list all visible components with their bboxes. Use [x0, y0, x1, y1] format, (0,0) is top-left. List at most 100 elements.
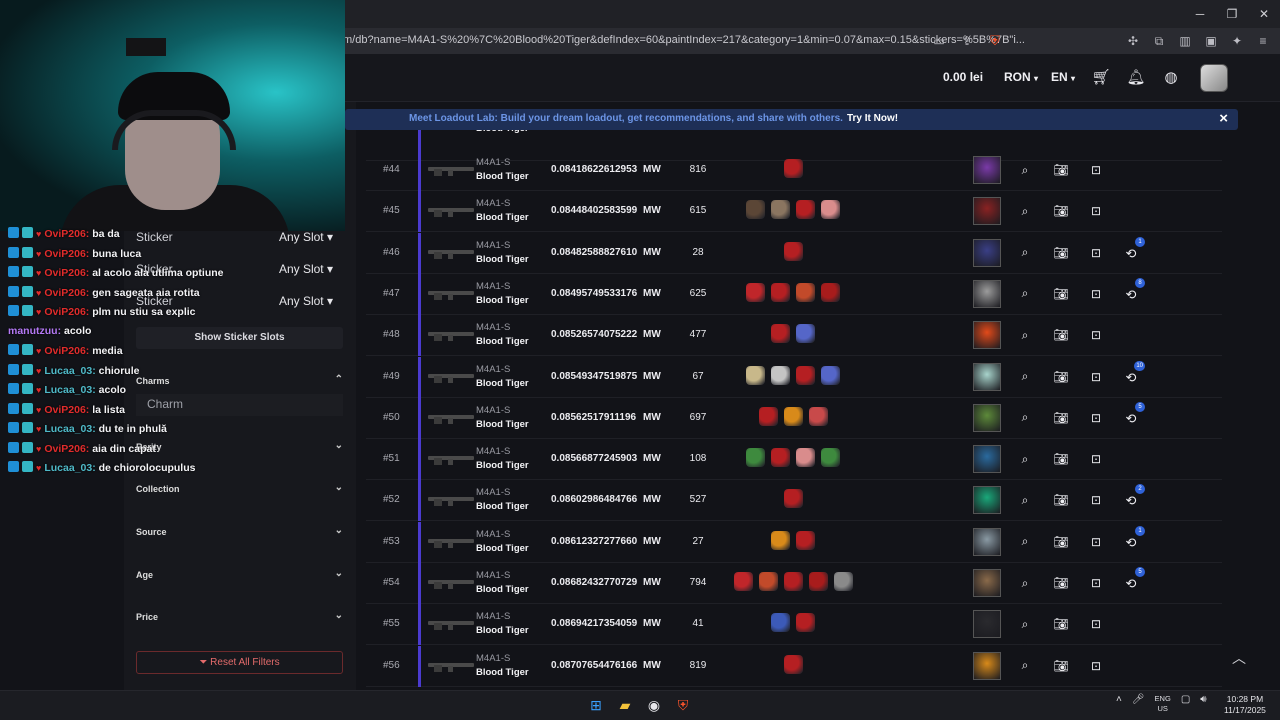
- search-icon[interactable]: ⌕: [1016, 615, 1034, 633]
- sticker-icon[interactable]: [796, 282, 815, 302]
- item-name[interactable]: M4A1-S Blood Tiger: [476, 610, 529, 638]
- item-name[interactable]: M4A1-S Blood Tiger: [476, 156, 529, 184]
- inspect-icon[interactable]: ⊡: [1087, 533, 1105, 551]
- table-row[interactable]: #54 M4A1-S Blood Tiger 0.08682432770729 M…: [366, 563, 1222, 604]
- volume-icon[interactable]: 🔊︎: [1200, 694, 1206, 714]
- sticker-icon[interactable]: [746, 200, 765, 220]
- clock[interactable]: 10:28 PM 11/17/2025: [1224, 694, 1266, 716]
- sticker-icon[interactable]: [746, 365, 765, 385]
- search-icon[interactable]: ⌕: [1016, 202, 1034, 220]
- camera-icon[interactable]: 📷︎: [1052, 326, 1070, 344]
- user-avatar[interactable]: [1200, 64, 1228, 92]
- table-row[interactable]: #56 M4A1-S Blood Tiger 0.08707654476166 M…: [366, 645, 1222, 687]
- owner-avatar[interactable]: [973, 610, 1001, 639]
- sticker-icon[interactable]: [783, 159, 803, 178]
- owner-avatar[interactable]: [973, 651, 1001, 680]
- table-row[interactable]: #52 M4A1-S Blood Tiger 0.08602986484766 M…: [366, 480, 1222, 522]
- inspect-icon[interactable]: ⊡: [1087, 574, 1105, 592]
- inspect-icon[interactable]: ⊡: [1087, 657, 1105, 675]
- table-row[interactable]: #53 M4A1-S Blood Tiger 0.08612327277660 M…: [366, 521, 1222, 563]
- history-icon[interactable]: ⟲ 8: [1122, 277, 1145, 304]
- item-name[interactable]: M4A1-S Blood Tiger: [476, 569, 529, 597]
- table-row[interactable]: #44 M4A1-S Blood Tiger 0.08418622612953 M…: [366, 150, 1222, 191]
- owner-avatar[interactable]: [973, 156, 1001, 184]
- sticker-icon[interactable]: [796, 530, 815, 550]
- brave-browser-icon[interactable]: ⛨: [673, 695, 693, 715]
- history-icon[interactable]: ⟲ 10: [1122, 360, 1145, 387]
- camera-icon[interactable]: 📷︎: [1052, 615, 1070, 633]
- item-name[interactable]: M4A1-S Blood Tiger: [476, 197, 529, 225]
- history-icon[interactable]: ⟲ 1: [1122, 525, 1145, 552]
- item-name[interactable]: M4A1-S Blood Tiger: [476, 239, 529, 267]
- camera-icon[interactable]: 📷︎: [1052, 657, 1070, 675]
- history-icon[interactable]: ⟲ 2: [1122, 484, 1145, 510]
- inspect-icon[interactable]: ⊡: [1087, 450, 1105, 468]
- table-row[interactable]: #49 M4A1-S Blood Tiger 0.08549347519875 M…: [366, 356, 1222, 398]
- camera-icon[interactable]: 📷︎: [1052, 202, 1070, 220]
- item-name[interactable]: M4A1-S Blood Tiger: [476, 486, 529, 514]
- reset-filters-button[interactable]: ⏷ Reset All Filters: [136, 651, 343, 674]
- inspect-icon[interactable]: ⊡: [1087, 244, 1105, 262]
- table-row[interactable]: #46 M4A1-S Blood Tiger 0.08482588827610 M…: [366, 232, 1222, 274]
- item-name[interactable]: M4A1-S Blood Tiger: [476, 404, 529, 432]
- camera-icon[interactable]: 📷︎: [1052, 574, 1070, 592]
- brave-shield-icon[interactable]: ⛨: [986, 32, 1004, 50]
- inspect-icon[interactable]: ⊡: [1087, 368, 1105, 386]
- camera-icon[interactable]: 📷︎: [1052, 450, 1070, 468]
- item-name[interactable]: M4A1-S Blood Tiger: [476, 528, 529, 556]
- sticker-icon[interactable]: [783, 489, 803, 509]
- sticker-icon[interactable]: [821, 365, 840, 385]
- camera-icon[interactable]: 📷︎: [1052, 244, 1070, 262]
- language-select[interactable]: EN ▾: [1051, 70, 1075, 84]
- source-section-header[interactable]: Source ⌄: [136, 525, 343, 537]
- file-explorer-icon[interactable]: ▰: [615, 695, 635, 715]
- extensions-icon[interactable]: ✣: [1124, 32, 1142, 50]
- sticker-icon[interactable]: [746, 448, 765, 468]
- balance-display[interactable]: 0.00 lei: [943, 70, 983, 84]
- table-row[interactable]: #50 M4A1-S Blood Tiger 0.08562517911196 M…: [366, 397, 1222, 439]
- search-icon[interactable]: ⌕: [1016, 657, 1034, 675]
- bell-icon[interactable]: 🔔︎: [1125, 66, 1147, 88]
- sticker-icon[interactable]: [833, 572, 853, 591]
- inspect-icon[interactable]: ⊡: [1087, 409, 1105, 427]
- sticker-icon[interactable]: [783, 572, 803, 591]
- item-name[interactable]: M4A1-S Blood Tiger: [476, 445, 529, 473]
- item-name[interactable]: M4A1-S Blood Tiger: [476, 280, 529, 308]
- camera-icon[interactable]: 📷︎: [1052, 368, 1070, 386]
- sticker-icon[interactable]: [808, 572, 828, 591]
- owner-avatar[interactable]: [973, 238, 1001, 267]
- sticker-icon[interactable]: [808, 406, 828, 426]
- history-icon[interactable]: ⟲ 5: [1122, 567, 1145, 593]
- input-language[interactable]: ENG US: [1155, 694, 1171, 714]
- table-row[interactable]: #55 M4A1-S Blood Tiger 0.08694217354059 M…: [366, 604, 1222, 646]
- search-icon[interactable]: ⌕: [1016, 409, 1034, 427]
- owner-avatar[interactable]: [973, 321, 1001, 350]
- tray-chevron-icon[interactable]: ˄: [1116, 694, 1122, 714]
- owner-avatar[interactable]: [973, 279, 1001, 308]
- close-icon[interactable]: ×: [1219, 110, 1228, 127]
- search-icon[interactable]: ⌕: [1016, 533, 1034, 551]
- inspect-icon[interactable]: ⊡: [1087, 161, 1105, 179]
- try-it-now-link[interactable]: Try It Now!: [847, 113, 898, 124]
- currency-select[interactable]: RON ▾: [1004, 70, 1038, 84]
- sticker-icon[interactable]: [821, 282, 840, 302]
- sticker-icon[interactable]: [821, 200, 840, 220]
- sticker-icon[interactable]: [796, 365, 815, 385]
- sticker-icon[interactable]: [771, 448, 790, 468]
- camera-icon[interactable]: 📷︎: [1052, 285, 1070, 303]
- chevron-up-icon[interactable]: ︿: [1232, 648, 1246, 668]
- table-row[interactable]: #51 M4A1-S Blood Tiger 0.08566877245903 M…: [366, 439, 1222, 481]
- cart-icon[interactable]: 🛒︎: [1090, 66, 1112, 88]
- microphone-icon[interactable]: 🎤︎: [1132, 694, 1145, 714]
- item-name[interactable]: M4A1-S Blood Tiger: [476, 363, 529, 391]
- sticker-icon[interactable]: [746, 282, 765, 302]
- owner-avatar[interactable]: [973, 362, 1001, 391]
- leo-ai-icon[interactable]: ✦: [1228, 32, 1246, 50]
- browser-menu-icon[interactable]: ≡: [1254, 32, 1272, 50]
- sticker-icon[interactable]: [796, 200, 815, 220]
- palette-icon[interactable]: ◍: [1160, 66, 1182, 88]
- sticker-icon[interactable]: [733, 572, 753, 591]
- table-row[interactable]: #45 M4A1-S Blood Tiger 0.08448402583599 M…: [366, 191, 1222, 233]
- owner-avatar[interactable]: [973, 527, 1001, 556]
- age-section-header[interactable]: Age ⌄: [136, 568, 343, 580]
